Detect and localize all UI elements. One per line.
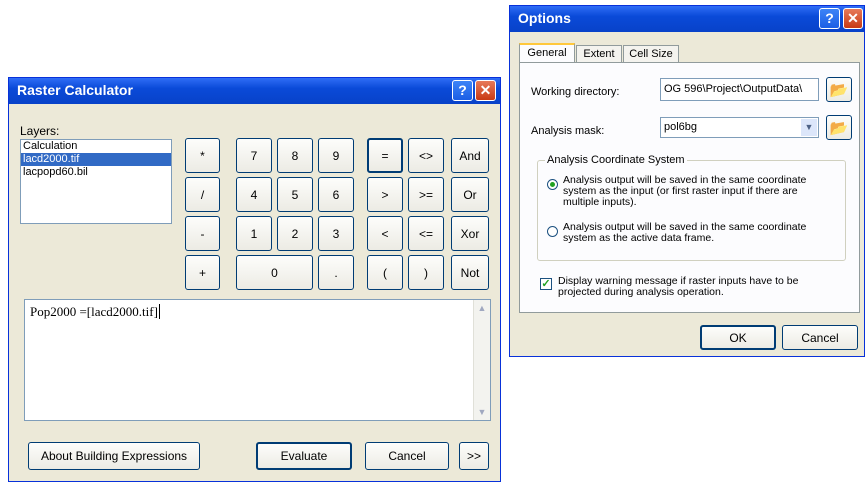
right-paren-button[interactable]: ) (408, 255, 444, 290)
open-folder-icon[interactable]: 📂 (826, 115, 852, 140)
key-0[interactable]: 0 (236, 255, 313, 290)
options-window: Options ? ✕ General Extent Cell Size Wor… (509, 5, 865, 357)
display-warning-checkbox[interactable]: ✓ (540, 278, 552, 290)
less-equal-button[interactable]: <= (408, 216, 444, 251)
layers-label: Layers: (20, 124, 60, 138)
analysis-mask-select[interactable]: pol6bg ▼ (660, 117, 819, 138)
general-panel: Working directory: OG 596\Project\Output… (519, 62, 860, 313)
or-button[interactable]: Or (451, 177, 489, 212)
key-6[interactable]: 6 (318, 177, 354, 212)
more-button[interactable]: >> (459, 442, 489, 470)
radio-same-as-input-label: Analysis output will be saved in the sam… (563, 174, 807, 208)
help-icon[interactable]: ? (452, 80, 473, 101)
close-icon[interactable]: ✕ (475, 80, 496, 101)
analysis-coordinate-system-title: Analysis Coordinate System (545, 154, 687, 166)
key-3[interactable]: 3 (318, 216, 354, 251)
greater-than-button[interactable]: > (367, 177, 403, 212)
open-folder-icon[interactable]: 📂 (826, 77, 852, 102)
key-9[interactable]: 9 (318, 138, 354, 173)
close-icon[interactable]: ✕ (843, 8, 863, 29)
key-1[interactable]: 1 (236, 216, 272, 251)
evaluate-button[interactable]: Evaluate (256, 442, 352, 470)
options-titlebar[interactable]: Options ? ✕ (510, 6, 864, 32)
help-icon[interactable]: ? (819, 8, 840, 29)
analysis-mask-label: Analysis mask: (531, 125, 605, 137)
ok-button[interactable]: OK (700, 325, 776, 350)
left-paren-button[interactable]: ( (367, 255, 403, 290)
about-building-expressions-button[interactable]: About Building Expressions (28, 442, 200, 470)
cancel-button[interactable]: Cancel (365, 442, 449, 470)
analysis-mask-value: pol6bg (664, 121, 698, 133)
scroll-down-icon[interactable]: ▼ (475, 405, 489, 419)
radio-active-data-frame-label: Analysis output will be saved in the sam… (563, 221, 807, 244)
radio-same-as-input[interactable] (547, 179, 558, 190)
key-7[interactable]: 7 (236, 138, 272, 173)
display-warning-label: Display warning message if raster inputs… (558, 275, 799, 298)
working-directory-value: OG 596\Project\OutputData\ (664, 83, 803, 95)
not-button[interactable]: Not (451, 255, 489, 290)
expression-text: Pop2000 =[lacd2000.tif] (30, 304, 158, 319)
tab-general[interactable]: General (519, 43, 575, 63)
plus-button[interactable]: + (185, 255, 220, 290)
layer-item-calculation[interactable]: Calculation (21, 140, 171, 153)
raster-calculator-titlebar[interactable]: Raster Calculator ? ✕ (9, 78, 500, 104)
layers-list[interactable]: Calculation lacd2000.tif lacpopd60.bil (20, 139, 172, 224)
expression-input[interactable]: Pop2000 =[lacd2000.tif] ▲ ▼ (24, 299, 491, 421)
key-4[interactable]: 4 (236, 177, 272, 212)
key-5[interactable]: 5 (277, 177, 313, 212)
tab-cell-size[interactable]: Cell Size (623, 45, 679, 63)
not-equal-button[interactable]: <> (408, 138, 444, 173)
multiply-button[interactable]: * (185, 138, 220, 173)
and-button[interactable]: And (451, 138, 489, 173)
options-cancel-button[interactable]: Cancel (782, 325, 858, 350)
options-title: Options (518, 10, 571, 26)
less-than-button[interactable]: < (367, 216, 403, 251)
greater-equal-button[interactable]: >= (408, 177, 444, 212)
equals-button[interactable]: = (367, 138, 403, 173)
layer-item-lacpopd60[interactable]: lacpopd60.bil (21, 166, 171, 179)
layer-item-lacd2000[interactable]: lacd2000.tif (21, 153, 171, 166)
scroll-up-icon[interactable]: ▲ (475, 301, 489, 315)
xor-button[interactable]: Xor (451, 216, 489, 251)
key-8[interactable]: 8 (277, 138, 313, 173)
raster-calculator-title: Raster Calculator (17, 82, 133, 98)
expression-scrollbar[interactable]: ▲ ▼ (473, 300, 490, 420)
key-dot[interactable]: . (318, 255, 354, 290)
minus-button[interactable]: - (185, 216, 220, 251)
working-directory-label: Working directory: (531, 86, 620, 98)
divide-button[interactable]: / (185, 177, 220, 212)
raster-calculator-window: Raster Calculator ? ✕ Layers: Calculatio… (8, 77, 501, 482)
tab-extent[interactable]: Extent (576, 45, 622, 63)
working-directory-input[interactable]: OG 596\Project\OutputData\ (660, 78, 819, 101)
key-2[interactable]: 2 (277, 216, 313, 251)
radio-active-data-frame[interactable] (547, 226, 558, 237)
chevron-down-icon[interactable]: ▼ (801, 119, 817, 136)
